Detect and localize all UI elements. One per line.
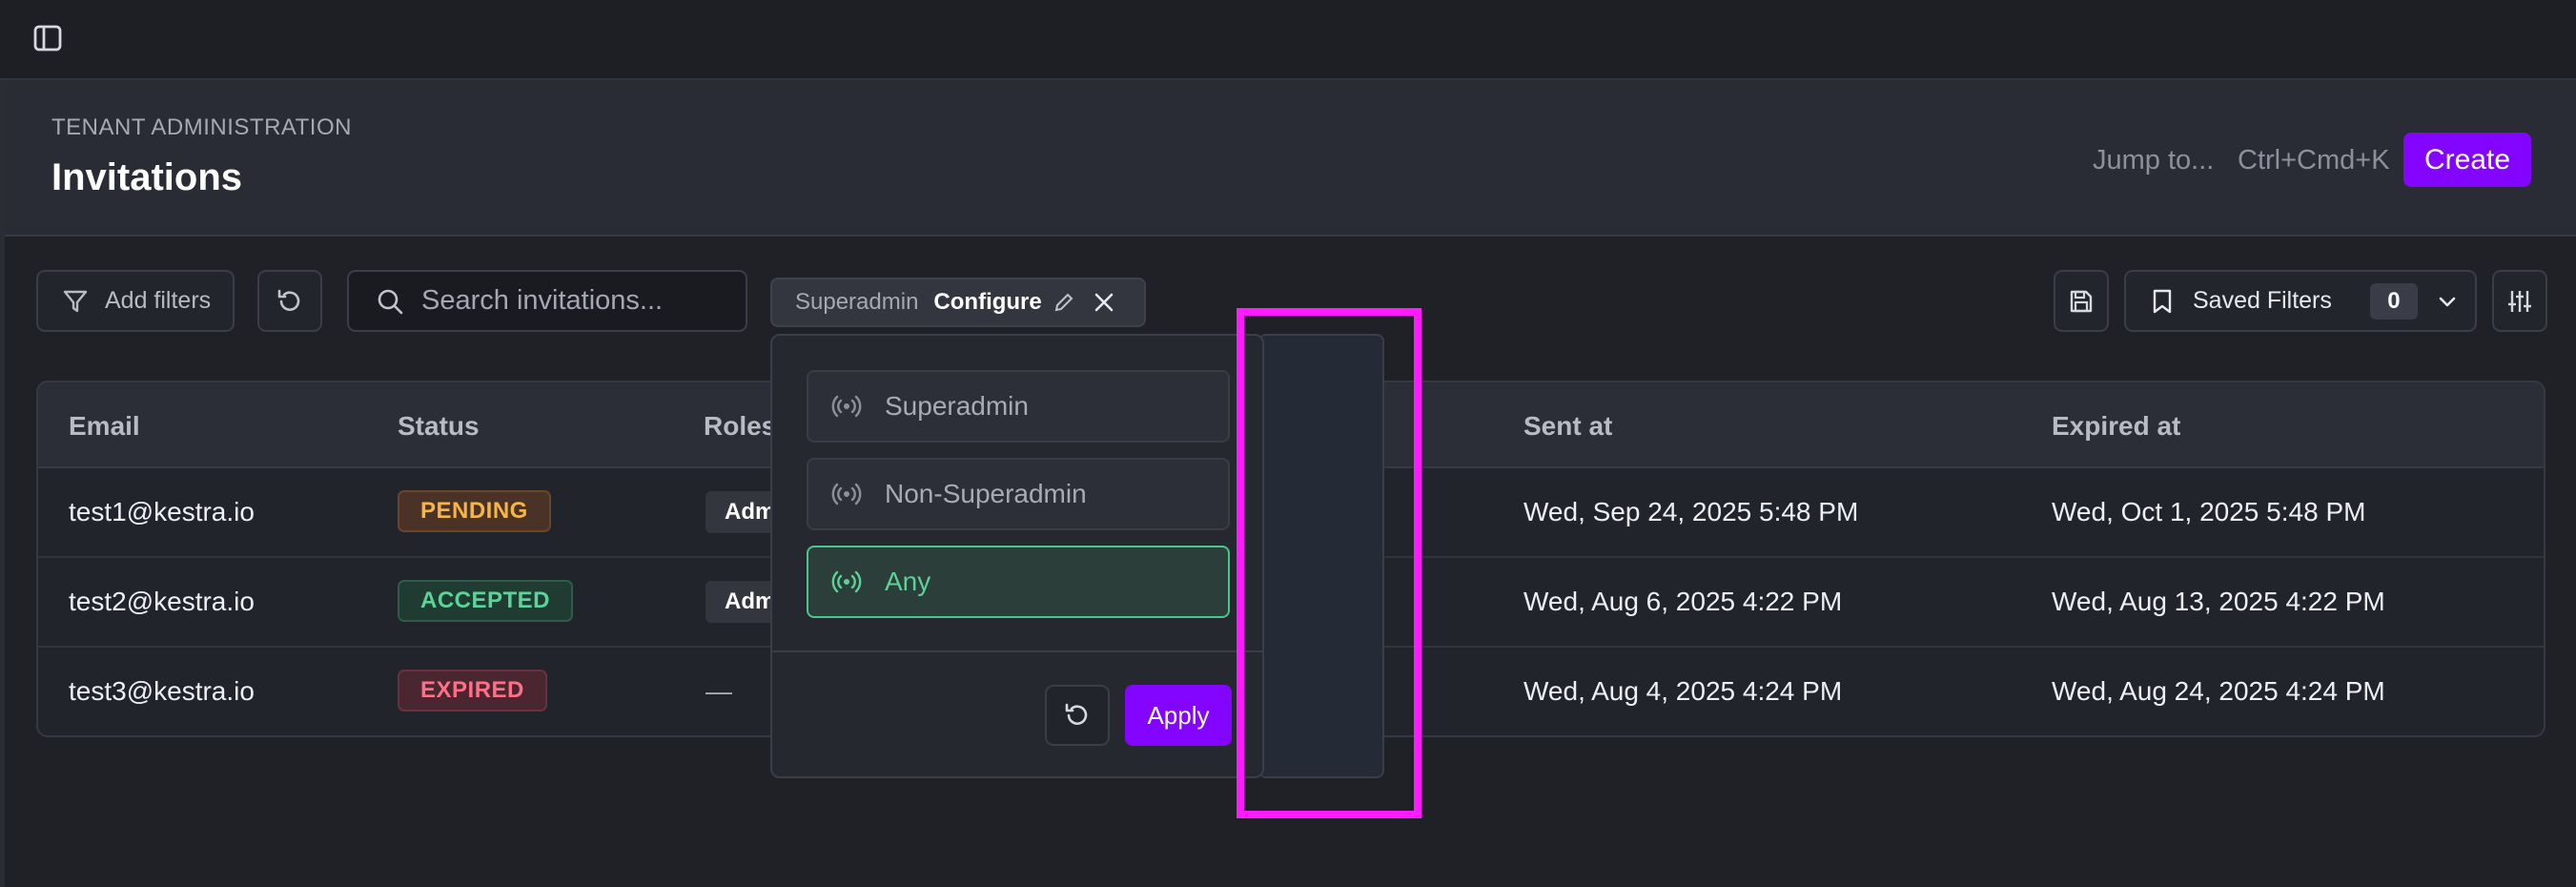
broadcast-icon [831,479,862,509]
column-header-expired-at[interactable]: Expired at [2052,411,2180,442]
saved-filters-count: 0 [2369,282,2418,320]
superadmin-filter-dropdown: Superadmin Non-Superadmin Any Apply [770,334,1264,778]
refresh-button[interactable] [257,270,322,332]
filter-chip-key: Superadmin [795,289,919,315]
reset-button[interactable] [1045,685,1110,746]
status-badge: EXPIRED [398,670,547,712]
saved-filters-label: Saved Filters [2193,287,2332,314]
email-cell: test3@kestra.io [69,676,255,706]
filter-icon [61,287,90,316]
status-badge: PENDING [398,490,551,532]
sent-at-cell: Wed, Aug 4, 2025 4:24 PM [1523,676,1843,706]
broadcast-icon [831,567,862,597]
sidebar-toggle-icon[interactable] [32,23,63,53]
sent-at-cell: Wed, Sep 24, 2025 5:48 PM [1523,497,1859,526]
add-filters-label: Add filters [105,287,212,314]
email-cell: test2@kestra.io [69,587,255,616]
page-header: TENANT ADMINISTRATION Invitations Jump t… [5,80,2576,237]
active-filter-chip[interactable]: Superadmin Configure [770,278,1146,327]
expired-at-cell: Wed, Aug 13, 2025 4:22 PM [2052,587,2385,616]
search-box[interactable]: Search invitations... [347,270,747,332]
page-title: Invitations [51,156,243,198]
search-icon [376,287,404,316]
email-cell: test1@kestra.io [69,497,255,526]
expired-at-cell: Wed, Aug 24, 2025 4:24 PM [2052,676,2385,706]
edit-icon[interactable] [1052,290,1076,315]
breadcrumb: TENANT ADMINISTRATION [51,114,352,140]
status-badge: ACCEPTED [398,580,574,622]
jump-to-link[interactable]: Jump to... [2093,145,2214,176]
column-header-email[interactable]: Email [69,411,140,442]
close-icon[interactable] [1092,290,1116,315]
dropdown-divider [772,650,1262,652]
search-input[interactable]: Search invitations... [421,285,663,317]
save-icon [2067,287,2096,316]
filter-chip-value[interactable]: Configure [933,289,1041,316]
option-label: Non-Superadmin [885,479,1087,508]
add-filters-button[interactable]: Add filters [36,270,235,332]
columns-settings-button[interactable] [2492,270,2547,332]
option-any[interactable]: Any [807,546,1230,618]
option-label: Any [885,567,931,596]
saved-filters-dropdown[interactable]: Saved Filters 0 [2124,270,2477,332]
apply-button[interactable]: Apply [1125,685,1232,746]
option-label: Superadmin [885,391,1029,421]
shortcut-hint: Ctrl+Cmd+K [2238,145,2390,175]
save-filter-button[interactable] [2054,270,2109,332]
top-bar [0,0,2576,80]
create-button[interactable]: Create [2403,133,2531,187]
reset-icon [1062,700,1093,731]
option-superadmin[interactable]: Superadmin [807,370,1230,443]
columns-settings-icon [2505,287,2534,316]
highlight-box [1237,308,1421,818]
option-non-superadmin[interactable]: Non-Superadmin [807,458,1230,530]
expired-at-cell: Wed, Oct 1, 2025 5:48 PM [2052,497,2366,526]
chevron-down-icon [2435,289,2460,314]
refresh-icon [275,286,305,317]
role-empty: — [705,676,732,706]
bookmark-icon [2149,287,2176,316]
column-header-sent-at[interactable]: Sent at [1523,411,1612,442]
column-header-status[interactable]: Status [398,411,480,442]
broadcast-icon [831,391,862,422]
sent-at-cell: Wed, Aug 6, 2025 4:22 PM [1523,587,1843,616]
column-header-roles[interactable]: Roles [704,411,776,442]
